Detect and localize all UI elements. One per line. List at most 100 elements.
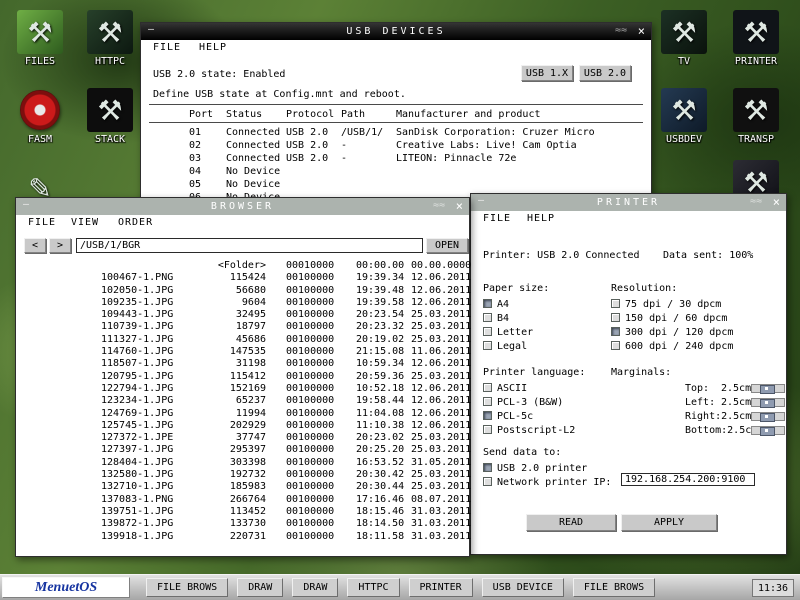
paper-option[interactable]: A4 (483, 298, 549, 312)
back-button[interactable]: < (24, 238, 46, 253)
minimize-button[interactable]: — (478, 195, 484, 206)
network-printer-option[interactable]: Network printer IP: (483, 476, 611, 490)
checkbox-icon[interactable] (483, 425, 492, 434)
resolution-option[interactable]: 300 dpi / 120 dpcm (611, 326, 733, 340)
file-list-item[interactable]: 132580-1.JPG 192732 00100000 20:30.42 25… (16, 469, 469, 481)
usb-printer-option[interactable]: USB 2.0 printer (483, 462, 611, 476)
file-list-item[interactable]: 109443-1.JPG 32495 00100000 20:23.54 25.… (16, 309, 469, 321)
file-list-item[interactable]: 114760-1.JPG 147535 00100000 21:15.08 11… (16, 346, 469, 358)
file-list-item[interactable]: 123234-1.JPG 65237 00100000 19:58.44 12.… (16, 395, 469, 407)
file-list-item[interactable]: 139872-1.JPG 133730 00100000 18:14.50 31… (16, 518, 469, 530)
language-option[interactable]: PCL-5c (483, 410, 585, 424)
checkbox-icon[interactable] (483, 463, 492, 472)
close-icon[interactable]: × (456, 199, 463, 213)
file-list-item[interactable]: 125745-1.JPG 202929 00100000 11:10.38 12… (16, 420, 469, 432)
taskbar-task-button[interactable]: DRAW (237, 578, 283, 597)
file-list-item[interactable]: 124769-1.JPG 11994 00100000 11:04.08 12.… (16, 408, 469, 420)
file-attr: 00100000 (266, 432, 356, 444)
close-icon[interactable]: × (773, 195, 780, 209)
menu-help[interactable]: HELP (199, 42, 227, 53)
file-list-item[interactable]: 102050-1.JPG 56680 00100000 19:39.48 12.… (16, 285, 469, 297)
minimize-button[interactable]: — (148, 24, 154, 35)
minimize-button[interactable]: — (23, 199, 29, 210)
resolution-option[interactable]: 150 dpi / 60 dpcm (611, 312, 733, 326)
menu-file[interactable]: FILE (28, 217, 56, 228)
menu-file[interactable]: FILE (153, 42, 181, 53)
desktop-icon-usbdev[interactable]: ⚒ USBDEV (650, 88, 718, 145)
path-input[interactable] (76, 238, 423, 253)
taskbar-task-button[interactable]: FILE BROWS (573, 578, 655, 597)
file-list-item[interactable]: 110739-1.JPG 18797 00100000 20:23.32 25.… (16, 321, 469, 333)
checkbox-icon[interactable] (611, 313, 620, 322)
file-list-item[interactable]: 127397-1.JPG 295397 00100000 20:25.20 25… (16, 444, 469, 456)
language-option[interactable]: Postscript-L2 (483, 424, 585, 438)
resolution-option[interactable]: 600 dpi / 240 dpcm (611, 340, 733, 354)
desktop-icon-fasm[interactable]: FASM (6, 88, 74, 145)
desktop-icon-transp[interactable]: ⚒ TRANSP (722, 88, 790, 145)
checkbox-icon[interactable] (483, 477, 492, 486)
file-list-item[interactable]: 127372-1.JPE 37747 00100000 20:23.02 25.… (16, 432, 469, 444)
open-button[interactable]: OPEN (426, 238, 468, 253)
taskbar-task-button[interactable]: PRINTER (409, 578, 473, 597)
desktop-icon-stack[interactable]: ⚒ STACK (76, 88, 144, 145)
file-list-item[interactable]: <Folder> 00010000 00:00.00 00.00.0000 (16, 260, 469, 272)
menu-view[interactable]: VIEW (71, 217, 99, 228)
paper-option[interactable]: Letter (483, 326, 549, 340)
menu-file[interactable]: FILE (483, 213, 511, 224)
checkbox-icon[interactable] (483, 341, 492, 350)
language-option[interactable]: ASCII (483, 382, 585, 396)
menu-order[interactable]: ORDER (118, 217, 153, 228)
checkbox-icon[interactable] (483, 299, 492, 308)
file-list-item[interactable]: 100467-1.PNG 115424 00100000 19:39.34 12… (16, 272, 469, 284)
close-icon[interactable]: × (638, 24, 645, 38)
read-button[interactable]: READ (526, 514, 616, 531)
margin-slider[interactable] (751, 384, 785, 393)
desktop-icon-tv[interactable]: ⚒ TV (650, 10, 718, 67)
checkbox-icon[interactable] (483, 397, 492, 406)
stack-icon: ⚒ (87, 88, 133, 132)
paper-option[interactable]: B4 (483, 312, 549, 326)
browser-window-menubar: FILE VIEW ORDER (16, 215, 469, 231)
margin-slider[interactable] (751, 412, 785, 421)
margin-slider[interactable] (751, 426, 785, 435)
usb1x-button[interactable]: USB 1.X (521, 65, 573, 81)
checkbox-icon[interactable] (611, 299, 620, 308)
menu-help[interactable]: HELP (527, 213, 555, 224)
resolution-option[interactable]: 75 dpi / 30 dpcm (611, 298, 733, 312)
option-label: 300 dpi / 120 dpcm (625, 327, 733, 338)
desktop-icon-printer[interactable]: ⚒ PRINTER (722, 10, 790, 67)
taskbar-task-button[interactable]: USB DEVICE (482, 578, 564, 597)
file-list-item[interactable]: 128404-1.JPG 303398 00100000 16:53.52 31… (16, 457, 469, 469)
window-title: PRINTER (597, 197, 660, 208)
file-list-item[interactable]: 139751-1.JPG 113452 00100000 18:15.46 31… (16, 506, 469, 518)
checkbox-icon[interactable] (611, 341, 620, 350)
taskbar-task-button[interactable]: DRAW (292, 578, 338, 597)
apply-button[interactable]: APPLY (621, 514, 717, 531)
paper-option[interactable]: Legal (483, 340, 549, 354)
forward-button[interactable]: > (49, 238, 71, 253)
checkbox-icon[interactable] (483, 313, 492, 322)
file-list-item[interactable]: 120795-1.JPG 115412 00100000 20:59.36 25… (16, 371, 469, 383)
desktop-icon-httpc[interactable]: ⚒ HTTPC (76, 10, 144, 67)
file-list-item[interactable]: 139918-1.JPG 220731 00100000 18:11.58 31… (16, 531, 469, 543)
checkbox-icon[interactable] (483, 411, 492, 420)
language-option[interactable]: PCL-3 (B&W) (483, 396, 585, 410)
file-list-item[interactable]: 109235-1.JPG 9604 00100000 19:39.58 12.0… (16, 297, 469, 309)
checkbox-icon[interactable] (483, 327, 492, 336)
marginal-row: Bottom:2.5cm (611, 424, 787, 438)
file-list-item[interactable]: 137083-1.PNG 266764 00100000 17:16.46 08… (16, 494, 469, 506)
margin-slider[interactable] (751, 398, 785, 407)
checkbox-icon[interactable] (483, 383, 492, 392)
usb20-button[interactable]: USB 2.0 (579, 65, 631, 81)
menuetos-start-button[interactable]: MenuetOS (2, 577, 130, 598)
file-name: 132710-1.JPG (101, 481, 206, 493)
taskbar-task-button[interactable]: HTTPC (347, 578, 399, 597)
file-list-item[interactable]: 118507-1.JPG 31198 00100000 10:59.34 12.… (16, 358, 469, 370)
file-list-item[interactable]: 132710-1.JPG 185983 00100000 20:30.44 25… (16, 481, 469, 493)
network-ip-input[interactable] (621, 473, 755, 486)
file-list-item[interactable]: 122794-1.JPG 152169 00100000 10:52.18 12… (16, 383, 469, 395)
checkbox-icon[interactable] (611, 327, 620, 336)
taskbar-task-button[interactable]: FILE BROWS (146, 578, 228, 597)
desktop-icon-files[interactable]: ⚒ FILES (6, 10, 74, 67)
file-list-item[interactable]: 111327-1.JPG 45686 00100000 20:19.02 25.… (16, 334, 469, 346)
